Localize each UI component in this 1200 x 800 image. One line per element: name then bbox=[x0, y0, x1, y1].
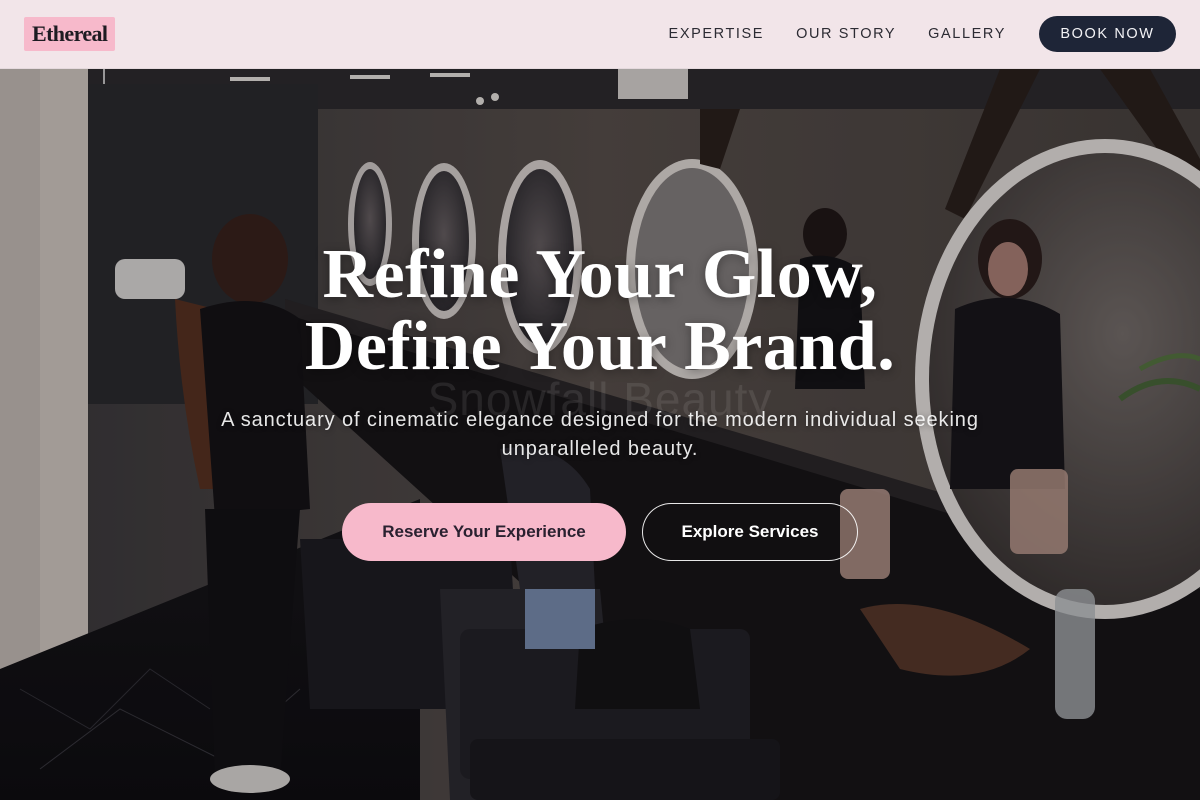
explore-services-button[interactable]: Explore Services bbox=[642, 503, 858, 561]
hero-headline-line-2: Define Your Brand. bbox=[304, 308, 896, 385]
reserve-experience-button[interactable]: Reserve Your Experience bbox=[342, 503, 626, 561]
nav-link-expertise[interactable]: EXPERTISE bbox=[669, 26, 765, 42]
hero-subtitle: A sanctuary of cinematic elegance design… bbox=[221, 409, 979, 460]
brand-logo[interactable]: Ethereal bbox=[24, 17, 116, 51]
book-now-button[interactable]: BOOK NOW bbox=[1039, 16, 1176, 52]
hero-headline-line-1: Refine Your Glow, bbox=[322, 236, 878, 313]
hero-headline: Refine Your Glow, Define Your Brand. bbox=[0, 239, 1200, 383]
nav-link-our-story[interactable]: OUR STORY bbox=[796, 26, 896, 42]
hero-content: Snowfall Beauty Refine Your Glow, Define… bbox=[0, 69, 1200, 800]
hero-section: Snowfall Beauty Refine Your Glow, Define… bbox=[0, 69, 1200, 800]
top-navigation-bar: Ethereal EXPERTISE OUR STORY GALLERY BOO… bbox=[0, 0, 1200, 69]
nav-link-gallery[interactable]: GALLERY bbox=[928, 26, 1006, 42]
main-nav: EXPERTISE OUR STORY GALLERY BOOK NOW bbox=[637, 16, 1176, 52]
